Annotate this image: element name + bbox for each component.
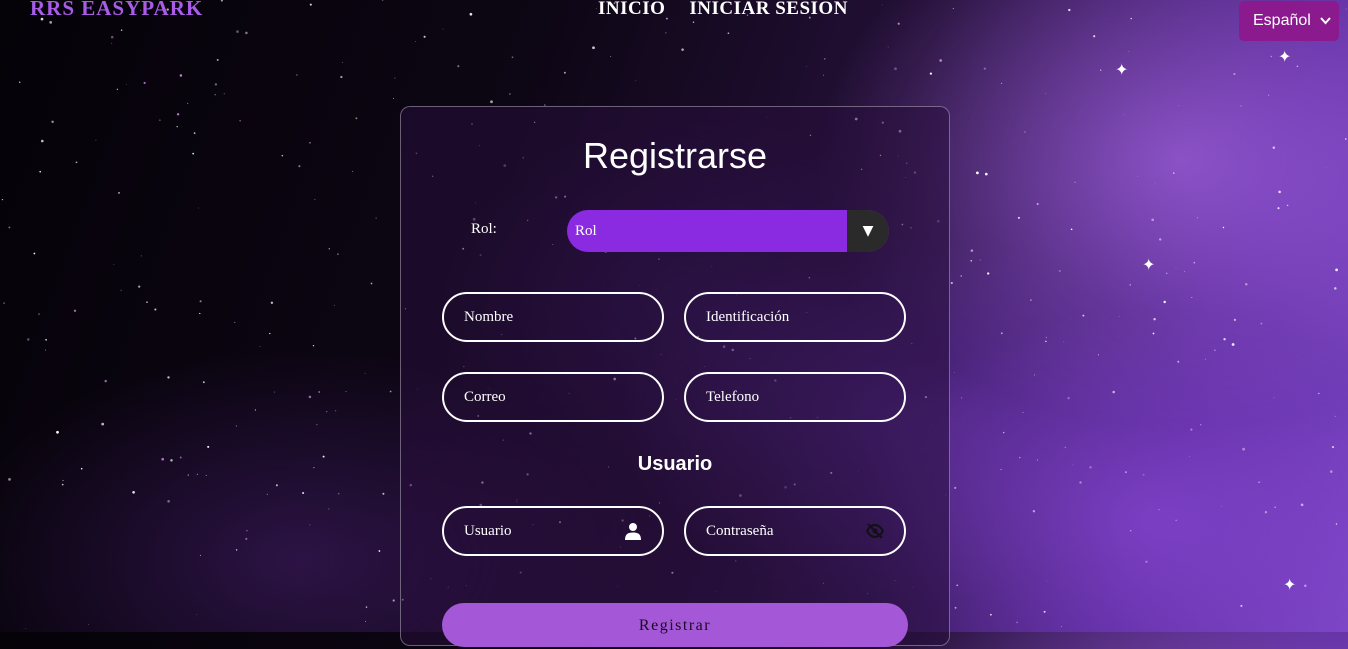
svg-text:✦: ✦ xyxy=(1142,255,1155,274)
language-select[interactable]: Español xyxy=(1239,1,1339,41)
register-card: Registrarse Rol: Rol ▼ Nombre Identifica… xyxy=(400,106,950,647)
top-nav: INICIO INICIAR SESION xyxy=(598,0,848,20)
register-button[interactable]: Registrar xyxy=(442,603,908,647)
role-select[interactable]: Rol ▼ xyxy=(567,210,889,252)
phone-field[interactable]: Telefono xyxy=(684,372,906,422)
password-field-placeholder: Contraseña xyxy=(706,522,774,539)
svg-text:✦: ✦ xyxy=(1115,60,1128,79)
username-field[interactable]: Usuario xyxy=(442,506,664,556)
role-label: Rol: xyxy=(471,221,497,237)
identification-field[interactable]: Identificación xyxy=(684,292,906,342)
phone-field-placeholder: Telefono xyxy=(706,388,760,405)
language-select-value: Español xyxy=(1253,12,1311,29)
caret-down-icon[interactable]: ▼ xyxy=(847,210,889,252)
identification-field-placeholder: Identificación xyxy=(706,308,790,325)
form-title: Registrarse xyxy=(582,135,768,176)
name-field-placeholder: Nombre xyxy=(464,308,514,325)
chevron-down-icon xyxy=(1320,14,1331,28)
role-select-value: Rol xyxy=(575,222,597,239)
user-icon xyxy=(624,522,642,540)
nav-home-link[interactable]: INICIO xyxy=(598,0,665,20)
email-field-placeholder: Correo xyxy=(464,388,506,405)
brand-logo[interactable]: RRS EASYPARK xyxy=(30,0,203,21)
svg-text:✦: ✦ xyxy=(1283,575,1296,594)
email-field[interactable]: Correo xyxy=(442,372,664,422)
username-field-placeholder: Usuario xyxy=(464,522,512,539)
name-field[interactable]: Nombre xyxy=(442,292,664,342)
user-section-heading: Usuario xyxy=(637,453,713,475)
password-field[interactable]: Contraseña xyxy=(684,506,906,556)
svg-text:✦: ✦ xyxy=(1278,47,1291,66)
nav-login-link[interactable]: INICIAR SESION xyxy=(689,0,848,20)
eye-slash-icon[interactable] xyxy=(865,522,885,540)
